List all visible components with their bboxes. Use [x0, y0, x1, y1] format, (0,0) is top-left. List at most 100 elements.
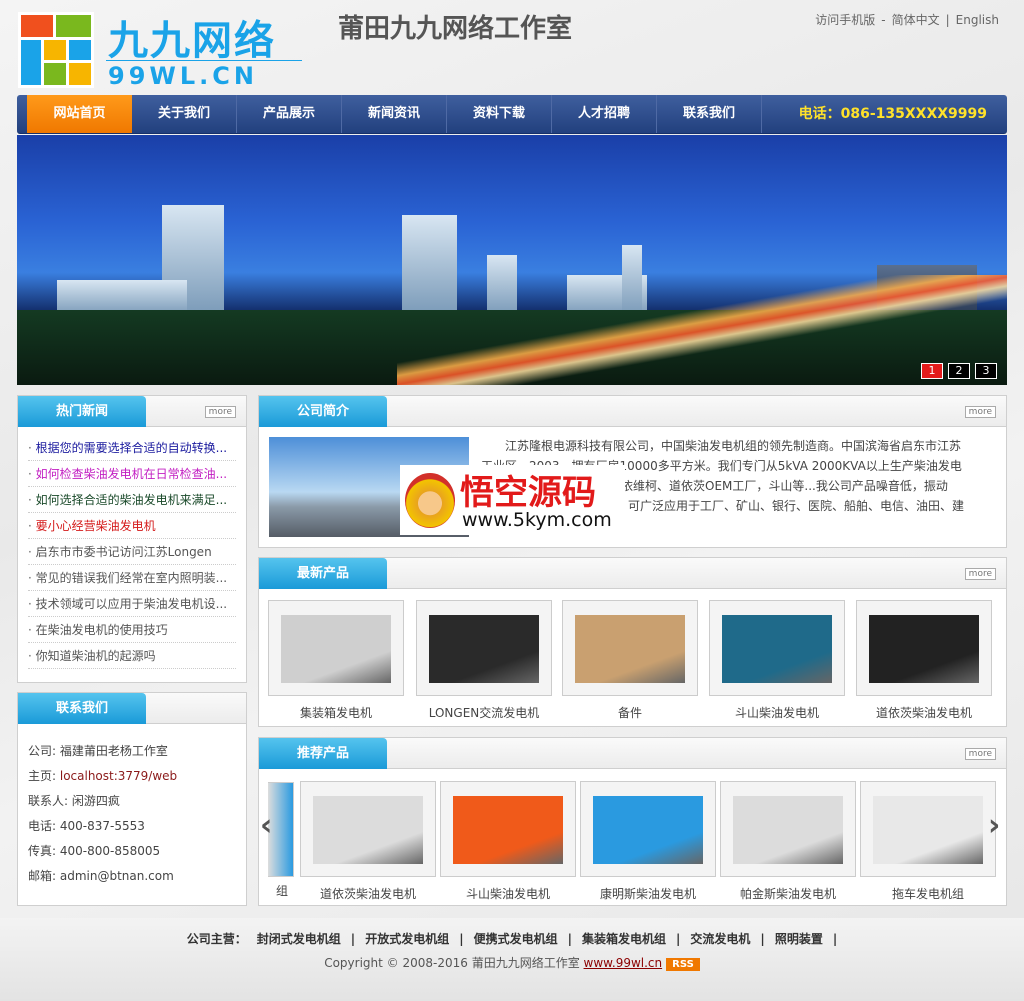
- more-button[interactable]: more: [204, 406, 236, 418]
- more-button[interactable]: more: [964, 568, 996, 580]
- news-item[interactable]: · 常见的错误我们经常在室内照明装...: [28, 565, 236, 591]
- product-image[interactable]: [720, 781, 856, 877]
- news-item[interactable]: · 你知道柴油机的起源吗: [28, 643, 236, 669]
- product-card[interactable]: 康明斯柴油发电机: [580, 781, 716, 902]
- site-link[interactable]: www.99wl.cn: [584, 956, 663, 970]
- logo-mark: [18, 12, 94, 88]
- product-name[interactable]: 拖车发电机组: [860, 885, 996, 902]
- carousel-prev-arrow[interactable]: ‹: [260, 808, 272, 843]
- product-image[interactable]: [709, 600, 845, 696]
- product-card[interactable]: LONGEN交流发电机: [416, 600, 552, 721]
- product-card[interactable]: 斗山柴油发电机: [440, 781, 576, 902]
- contact-panel: 联系我们 公司: 福建莆田老杨工作室 主页: localhost:3779/web…: [17, 692, 247, 906]
- news-item[interactable]: · 如何选择合适的柴油发电机来满足...: [28, 487, 236, 513]
- contact-value: 闲游四疯: [71, 794, 120, 808]
- separator: |: [567, 932, 572, 946]
- product-image[interactable]: [562, 600, 698, 696]
- news-item[interactable]: · 根据您的需要选择合适的自动转换...: [28, 435, 236, 461]
- banner-page-3[interactable]: 3: [975, 363, 997, 379]
- banner-page-1[interactable]: 1: [921, 363, 943, 379]
- product-name[interactable]: 集装箱发电机: [268, 704, 404, 721]
- product-card[interactable]: 道依茨柴油发电机: [856, 600, 992, 721]
- news-item[interactable]: · 要小心经营柴油发电机: [28, 513, 236, 539]
- product-card[interactable]: 斗山柴油发电机: [709, 600, 845, 721]
- nav-downloads[interactable]: 资料下载: [447, 95, 552, 133]
- english-link[interactable]: English: [956, 13, 999, 27]
- news-title[interactable]: 在柴油发电机的使用技巧: [36, 623, 168, 637]
- product-name[interactable]: 备件: [562, 704, 698, 721]
- contact-value[interactable]: admin@btnan.com: [60, 869, 174, 883]
- contact-value[interactable]: localhost:3779/web: [60, 769, 177, 783]
- contact-label: 传真:: [28, 844, 60, 858]
- news-item[interactable]: · 在柴油发电机的使用技巧: [28, 617, 236, 643]
- product-image[interactable]: [268, 600, 404, 696]
- news-title[interactable]: 根据您的需要选择合适的自动转换...: [36, 441, 227, 455]
- news-title[interactable]: 如何检查柴油发电机在日常检查油...: [36, 467, 227, 481]
- footer-link[interactable]: 照明装置: [775, 932, 823, 946]
- product-card[interactable]: 备件: [562, 600, 698, 721]
- site-title: 莆田九九网络工作室: [338, 14, 573, 44]
- news-item[interactable]: · 技术领域可以应用于柴油发电机设...: [28, 591, 236, 617]
- product-name[interactable]: 斗山柴油发电机: [709, 704, 845, 721]
- contact-row: 邮箱: admin@btnan.com: [18, 864, 246, 889]
- more-button[interactable]: more: [964, 748, 996, 760]
- product-image[interactable]: [580, 781, 716, 877]
- news-title[interactable]: 如何选择合适的柴油发电机来满足...: [36, 493, 227, 507]
- news-item[interactable]: · 启东市市委书记访问江苏Longen: [28, 539, 236, 565]
- main-nav: 网站首页 关于我们 产品展示 新闻资讯 资料下载 人才招聘 联系我们 电话：08…: [17, 95, 1007, 134]
- nav-jobs[interactable]: 人才招聘: [552, 95, 657, 133]
- footer-link[interactable]: 开放式发电机组: [365, 932, 449, 946]
- product-image[interactable]: [440, 781, 576, 877]
- product-image[interactable]: [416, 600, 552, 696]
- separator: |: [945, 13, 950, 27]
- banner-page-2[interactable]: 2: [948, 363, 970, 379]
- more-button[interactable]: more: [964, 406, 996, 418]
- product-image[interactable]: [860, 781, 996, 877]
- footer-link[interactable]: 交流发电机: [690, 932, 750, 946]
- banner-pager: 123: [916, 363, 997, 379]
- footer-link[interactable]: 集装箱发电机组: [582, 932, 666, 946]
- contact-value: 福建莆田老杨工作室: [59, 744, 168, 758]
- news-title[interactable]: 要小心经营柴油发电机: [36, 519, 156, 533]
- news-title[interactable]: 常见的错误我们经常在室内照明装...: [36, 571, 227, 585]
- product-name[interactable]: 斗山柴油发电机: [440, 885, 576, 902]
- product-name[interactable]: 道依茨柴油发电机: [300, 885, 436, 902]
- logo-divider: [106, 60, 302, 61]
- nav-home[interactable]: 网站首页: [27, 95, 132, 133]
- product-name[interactable]: 道依茨柴油发电机: [856, 704, 992, 721]
- rss-button[interactable]: RSS: [666, 958, 700, 971]
- product-card[interactable]: 集装箱发电机: [268, 600, 404, 721]
- site-logo[interactable]: 九九网络 99WL.CN: [18, 12, 303, 90]
- company-intro-panel: 公司简介 more 江苏隆根电源科技有限公司，中国柴油发电机组的领先制造商。中国滨…: [258, 395, 1007, 548]
- contact-value: 400-837-5553: [59, 819, 145, 833]
- mobile-version-link[interactable]: 访问手机版: [815, 13, 875, 27]
- nav-contact[interactable]: 联系我们: [657, 95, 762, 133]
- product-image[interactable]: [300, 781, 436, 877]
- product-image[interactable]: [856, 600, 992, 696]
- nav-about[interactable]: 关于我们: [132, 95, 237, 133]
- banner-slideshow[interactable]: 123: [17, 135, 1007, 385]
- news-item[interactable]: · 如何检查柴油发电机在日常检查油...: [28, 461, 236, 487]
- news-title[interactable]: 你知道柴油机的起源吗: [36, 649, 156, 663]
- news-title[interactable]: 启东市市委书记访问江苏Longen: [36, 545, 212, 559]
- product-name[interactable]: 帕金斯柴油发电机: [720, 885, 856, 902]
- footer: 公司主营： 封闭式发电机组 | 开放式发电机组 | 便携式发电机组 | 集装箱发电机组 | 交流发…: [0, 918, 1024, 1001]
- logo-text-cn: 九九网络: [108, 18, 276, 64]
- simplified-chinese-link[interactable]: 简体中文: [892, 13, 940, 27]
- contact-label: 联系人:: [28, 794, 72, 808]
- news-title[interactable]: 技术领域可以应用于柴油发电机设...: [36, 597, 227, 611]
- product-name: 组: [275, 884, 288, 898]
- product-card[interactable]: 道依茨柴油发电机: [300, 781, 436, 902]
- footer-link[interactable]: 封闭式发电机组: [257, 932, 341, 946]
- carousel-next-arrow[interactable]: ›: [988, 808, 1000, 843]
- product-card[interactable]: 拖车发电机组: [860, 781, 996, 902]
- nav-products[interactable]: 产品展示: [237, 95, 342, 133]
- product-card[interactable]: 帕金斯柴油发电机: [720, 781, 856, 902]
- product-name[interactable]: 康明斯柴油发电机: [580, 885, 716, 902]
- watermark-title: 悟空源码: [460, 473, 596, 513]
- product-name[interactable]: LONGEN交流发电机: [416, 704, 552, 721]
- nav-news[interactable]: 新闻资讯: [342, 95, 447, 133]
- footer-link[interactable]: 便携式发电机组: [474, 932, 558, 946]
- contact-row: 公司: 福建莆田老杨工作室: [18, 739, 246, 764]
- monkey-logo-icon: [405, 473, 455, 528]
